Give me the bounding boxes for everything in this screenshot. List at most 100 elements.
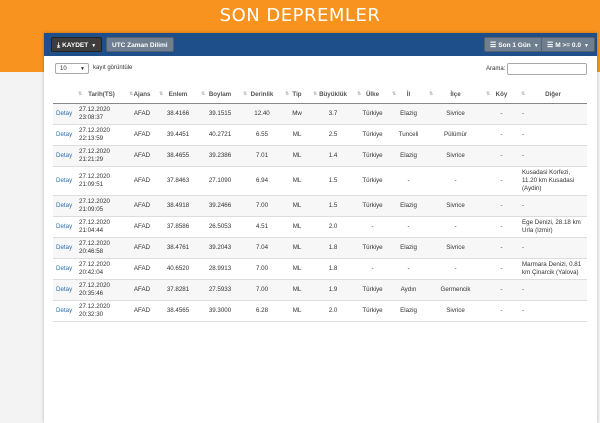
caret-down-icon: ▼: [533, 43, 539, 49]
table-body: Detay 27.12.2020 23:08:37 AFAD 38.4166 39.151…: [53, 103, 587, 322]
cell-agency: AFAD: [127, 258, 157, 280]
sort-icon: ⇅: [78, 91, 83, 97]
detail-link[interactable]: Detay: [53, 279, 76, 301]
cell-depth: 12.40: [241, 103, 283, 125]
detail-link[interactable]: Detay: [53, 216, 76, 238]
detail-link[interactable]: Detay: [53, 237, 76, 259]
utc-timezone-button[interactable]: UTC Zaman Dilimi: [106, 37, 174, 52]
cell-village: -: [484, 195, 519, 217]
detail-link[interactable]: Detay: [53, 124, 76, 146]
caret-down-icon: ▼: [91, 43, 97, 49]
cell-village: -: [484, 258, 519, 280]
cell-lat: 39.4451: [157, 124, 199, 146]
cell-date-day: 27.12.2020: [79, 173, 110, 180]
column-header[interactable]: ⇅ İlçe: [427, 86, 484, 104]
cell-city: -: [390, 166, 427, 196]
cell-other: -: [519, 279, 587, 301]
column-header[interactable]: ⇅ Boylam: [199, 86, 241, 104]
cell-mag: 2.5: [311, 124, 355, 146]
column-header[interactable]: ⇅ Köy: [484, 86, 519, 104]
search-input[interactable]: [507, 63, 587, 75]
table-row: Detay 27.12.2020 21:09:51 AFAD 37.8463 27.109…: [53, 166, 587, 196]
page-size-label: kayıt görüntüle: [93, 65, 133, 71]
earthquake-panel: ⤓ KAYDET ▼ UTC Zaman Dilimi ☰ Son 1 Gün ▼ ☰ M…: [44, 33, 597, 423]
cell-date: 27.12.2020 20:35:46: [76, 279, 127, 301]
cell-lon: 39.2466: [199, 195, 241, 217]
cell-date-time: 20:46:58: [79, 248, 104, 255]
column-header[interactable]: ⇅ Tip: [283, 86, 311, 104]
sort-icon: ⇅: [392, 91, 397, 97]
cell-other: -: [519, 124, 587, 146]
page-size-select[interactable]: 10 ▼: [55, 63, 89, 74]
sort-icon: ⇅: [285, 91, 290, 97]
cell-city: Elazig: [390, 103, 427, 125]
table-row: Detay 27.12.2020 23:08:37 AFAD 38.4166 39.151…: [53, 103, 587, 125]
cell-date-day: 27.12.2020: [79, 303, 110, 310]
column-header-link: [53, 86, 76, 104]
cell-type: Mw: [283, 103, 311, 125]
cell-other: Kusadasi Korfezi, 11.20 km Kusadasi (Ayd…: [519, 166, 587, 196]
period-button[interactable]: ☰ Son 1 Gün ▼: [484, 37, 545, 52]
cell-date-day: 27.12.2020: [79, 219, 110, 226]
cell-mag: 1.5: [311, 195, 355, 217]
cell-city: Aydın: [390, 279, 427, 301]
cell-date-time: 23:08:37: [79, 114, 104, 121]
column-header[interactable]: ⇅ Ajans: [127, 86, 157, 104]
cell-date-time: 21:09:05: [79, 206, 104, 213]
cell-lon: 39.2043: [199, 237, 241, 259]
cell-lat: 37.8463: [157, 166, 199, 196]
table-row: Detay 27.12.2020 20:32:30 AFAD 38.4565 39.300…: [53, 300, 587, 322]
magnitude-button[interactable]: ☰ M >= 0.0 ▼: [541, 37, 595, 52]
detail-link[interactable]: Detay: [53, 300, 76, 322]
cell-district: Sivrice: [427, 237, 484, 259]
search-label: Arama:: [486, 66, 506, 72]
detail-link[interactable]: Detay: [53, 166, 76, 196]
cell-depth: 6.28: [241, 300, 283, 322]
cell-country: -: [355, 216, 390, 238]
sort-icon: ⇅: [313, 91, 318, 97]
detail-link[interactable]: Detay: [53, 103, 76, 125]
column-header[interactable]: ⇅ Diğer: [519, 86, 587, 104]
cell-lon: 27.5933: [199, 279, 241, 301]
magnitude-label: M >= 0.0: [555, 42, 581, 49]
cell-date-time: 21:04:44: [79, 227, 104, 234]
cell-other: -: [519, 103, 587, 125]
column-header[interactable]: ⇅ Tarih(TS): [76, 86, 127, 104]
cell-date: 27.12.2020 21:04:44: [76, 216, 127, 238]
column-header[interactable]: ⇅ Büyüklük: [311, 86, 355, 104]
column-header[interactable]: ⇅ Enlem: [157, 86, 199, 104]
cell-date-time: 20:35:46: [79, 290, 104, 297]
table-row: Detay 27.12.2020 21:04:44 AFAD 37.8586 26.505…: [53, 216, 587, 238]
column-header[interactable]: ⇅ Derinlik: [241, 86, 283, 104]
cell-country: Türkiye: [355, 279, 390, 301]
column-header[interactable]: ⇅ İl: [390, 86, 427, 104]
detail-link[interactable]: Detay: [53, 145, 76, 167]
cell-date: 27.12.2020 20:32:30: [76, 300, 127, 322]
caret-down-icon: ▼: [583, 43, 589, 49]
cell-country: Türkiye: [355, 166, 390, 196]
cell-district: -: [427, 258, 484, 280]
cell-district: Sivrice: [427, 195, 484, 217]
cell-agency: AFAD: [127, 300, 157, 322]
table-row: Detay 27.12.2020 22:13:59 AFAD 39.4451 40.272…: [53, 124, 587, 146]
cell-country: Türkiye: [355, 103, 390, 125]
save-button[interactable]: ⤓ KAYDET ▼: [51, 37, 103, 52]
cell-date-time: 21:09:51: [79, 181, 104, 188]
column-header[interactable]: ⇅ Ülke: [355, 86, 390, 104]
cell-mag: 1.8: [311, 237, 355, 259]
cell-other: -: [519, 237, 587, 259]
cell-agency: AFAD: [127, 195, 157, 217]
cell-lat: 38.4761: [157, 237, 199, 259]
list-icon: ☰: [547, 42, 554, 49]
cell-lon: 39.2386: [199, 145, 241, 167]
detail-link[interactable]: Detay: [53, 258, 76, 280]
cell-date-time: 22:13:59: [79, 135, 104, 142]
cell-type: ML: [283, 237, 311, 259]
detail-link[interactable]: Detay: [53, 195, 76, 217]
cell-lon: 28.9913: [199, 258, 241, 280]
cell-agency: AFAD: [127, 145, 157, 167]
cell-depth: 7.00: [241, 279, 283, 301]
cell-date-day: 27.12.2020: [79, 198, 110, 205]
cell-mag: 2.0: [311, 216, 355, 238]
cell-depth: 4.51: [241, 216, 283, 238]
